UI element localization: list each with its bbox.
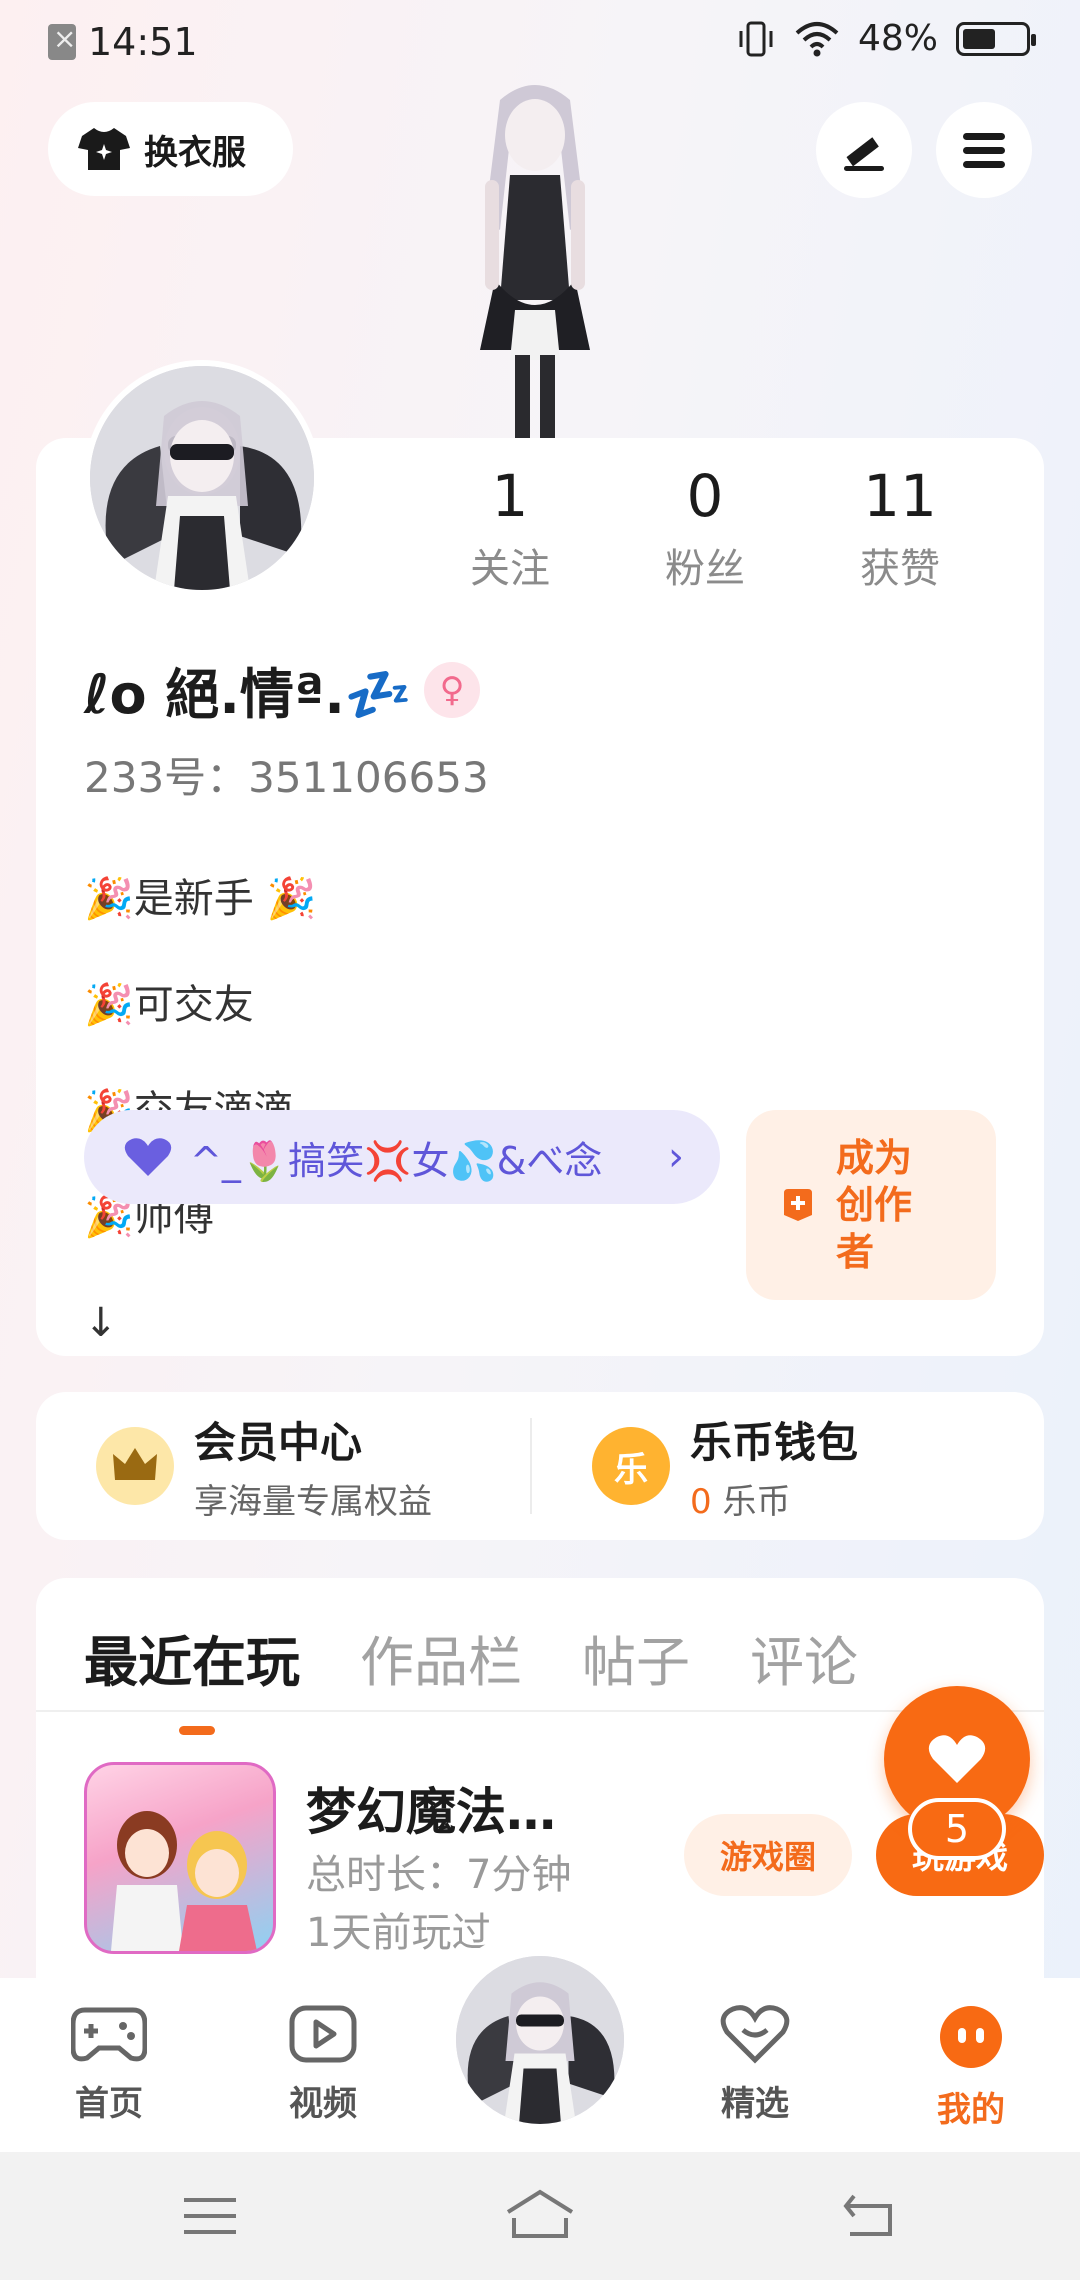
female-gender-icon: ♀: [424, 661, 481, 718]
user-id[interactable]: 233号：351106653: [84, 744, 489, 805]
wallet-card: 会员中心 享海量专属权益 乐 乐币钱包 0 乐币: [36, 1392, 1044, 1540]
game-title: 梦幻魔法…: [306, 1783, 556, 1841]
coin-balance: 0 乐币: [690, 1474, 858, 1523]
change-outfit-label: 换衣服: [144, 132, 246, 173]
nav-featured[interactable]: 精选: [680, 2004, 830, 2125]
shirt-icon: [78, 128, 130, 170]
face-icon: [940, 2006, 1002, 2068]
game-icon[interactable]: [84, 1762, 276, 1954]
heart-outline-icon: [720, 2005, 790, 2064]
stat-likes[interactable]: 11 获赞: [810, 462, 990, 594]
game-circle-button[interactable]: 游戏圈: [684, 1814, 852, 1896]
bio-line: 🎉可交友: [84, 982, 254, 1028]
nickname-row: ℓο 絕.情ª.💤 ♀: [84, 650, 481, 729]
wifi-icon: [795, 21, 839, 56]
menu-button[interactable]: [936, 102, 1032, 198]
system-nav-bar: [0, 2152, 1080, 2280]
chevron-right-icon: ›: [668, 1134, 684, 1180]
home-icon[interactable]: [504, 2188, 576, 2240]
stat-fans[interactable]: 0 粉丝: [615, 462, 795, 594]
gamepad-icon: [70, 2007, 148, 2062]
vip-center[interactable]: 会员中心 享海量专属权益: [36, 1409, 530, 1523]
video-play-icon: [289, 2005, 357, 2063]
tab-comments[interactable]: 评论: [750, 1618, 858, 1697]
nav-featured-label: 精选: [721, 2084, 789, 2124]
bio-line: ↓: [84, 1300, 118, 1346]
battery-percent: 48%: [857, 18, 938, 59]
nav-mine-label: 我的: [937, 2090, 1005, 2130]
crown-icon: [96, 1427, 174, 1505]
status-time: 14:51: [88, 20, 198, 64]
character-figure[interactable]: [420, 80, 650, 440]
nav-video-label: 视频: [289, 2084, 357, 2124]
coin-wallet-title: 乐币钱包: [690, 1418, 859, 1467]
stat-likes-value: 11: [863, 462, 937, 530]
status-right: 48%: [736, 18, 1036, 59]
stat-fans-label: 粉丝: [665, 546, 745, 592]
bio-line: 🎉是新手 🎉: [84, 876, 317, 922]
nav-home[interactable]: 首页: [34, 2004, 184, 2125]
stat-likes-label: 获赞: [860, 546, 940, 592]
stat-fans-value: 0: [686, 462, 724, 530]
nickname: ℓο 絕.情ª.💤: [84, 663, 413, 726]
recent-apps-icon[interactable]: [182, 2192, 238, 2240]
game-duration: 总时长：7分钟: [306, 1852, 572, 1898]
menu-icon: [963, 133, 1005, 168]
tab-recent-played[interactable]: 最近在玩: [84, 1618, 300, 1735]
battery-icon: [956, 21, 1036, 56]
vibrate-icon: [739, 21, 773, 56]
status-bar: 14:51 48%: [0, 0, 1080, 86]
avatar-image: [90, 366, 314, 590]
heart-icon: [124, 1138, 172, 1176]
personal-tag-label: ^_🌷搞笑💢女💦&べ念: [190, 1138, 603, 1183]
avatar-image: [456, 1956, 624, 2124]
pen-icon: [844, 137, 884, 171]
favorite-count-badge: 5: [908, 1798, 1006, 1860]
become-creator-label: 成为 创作 者: [836, 1135, 913, 1274]
stat-following-label: 关注: [470, 546, 550, 592]
coin-unit: 乐币: [711, 1482, 791, 1522]
tabs-divider: [36, 1710, 1044, 1712]
tab-works[interactable]: 作品栏: [360, 1618, 522, 1697]
profile-tabs: 最近在玩 作品栏 帖子 评论: [84, 1618, 858, 1735]
nav-home-label: 首页: [75, 2084, 143, 2124]
coin-wallet[interactable]: 乐 乐币钱包 0 乐币: [532, 1409, 1026, 1523]
heart-icon: [928, 1735, 986, 1783]
nav-center-avatar[interactable]: [456, 1956, 624, 2124]
become-creator-button[interactable]: 成为 创作 者: [746, 1110, 996, 1300]
stat-following[interactable]: 1 关注: [420, 462, 600, 594]
back-icon[interactable]: [840, 2190, 896, 2240]
tab-posts[interactable]: 帖子: [582, 1618, 690, 1697]
nav-mine[interactable]: 我的: [896, 2004, 1046, 2131]
profile-stats: 1 关注 0 粉丝 11 获赞: [420, 462, 1040, 594]
vip-subtitle: 享海量专属权益: [194, 1482, 432, 1522]
edit-profile-button[interactable]: [816, 102, 912, 198]
creator-icon: [784, 1189, 812, 1221]
nav-video[interactable]: 视频: [248, 2004, 398, 2125]
le-coin-icon: 乐: [592, 1427, 670, 1505]
profile-avatar[interactable]: [84, 360, 320, 596]
no-sim-icon: [48, 22, 76, 60]
change-outfit-button[interactable]: 换衣服: [48, 102, 293, 196]
coin-amount: 0: [690, 1482, 712, 1522]
vip-title: 会员中心: [194, 1418, 363, 1467]
personal-tag-pill[interactable]: ^_🌷搞笑💢女💦&べ念 ›: [84, 1110, 720, 1204]
stat-following-value: 1: [491, 462, 529, 530]
